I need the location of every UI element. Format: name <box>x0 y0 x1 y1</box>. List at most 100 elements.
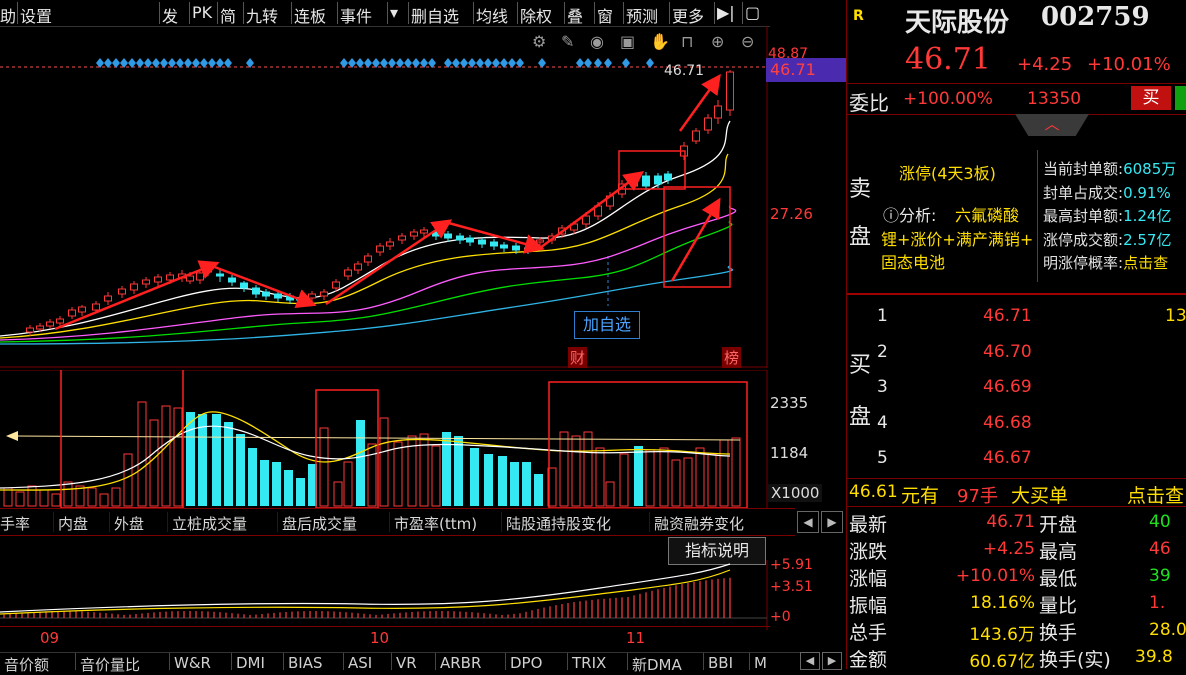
volume-bar[interactable] <box>731 437 741 507</box>
tab-6[interactable]: 陆股通持股变化 <box>506 513 611 534</box>
candle[interactable] <box>240 281 248 292</box>
buy-level[interactable]: 5 46.67 <box>873 442 1186 478</box>
volume-bar[interactable] <box>683 457 693 507</box>
candle[interactable] <box>68 307 76 319</box>
candle[interactable] <box>56 316 64 326</box>
bottom-tab-0[interactable]: 音价额 <box>4 654 49 675</box>
volume-bar[interactable] <box>498 456 507 506</box>
volume-bar[interactable] <box>379 417 389 507</box>
tab-7[interactable]: 融资融券变化 <box>654 513 744 534</box>
candle[interactable] <box>500 242 508 252</box>
volume-bar[interactable] <box>224 422 233 506</box>
volume-bar[interactable] <box>583 431 593 507</box>
candle[interactable] <box>714 100 722 124</box>
limit-row-value[interactable]: 点击查 <box>1123 254 1168 272</box>
volume-bar[interactable] <box>63 481 73 507</box>
volume-bar[interactable] <box>51 493 61 507</box>
buy-level[interactable]: 2 46.70 <box>873 336 1186 372</box>
candle[interactable] <box>466 235 474 246</box>
candle[interactable] <box>252 285 260 298</box>
candle[interactable] <box>376 243 384 256</box>
volume-bar[interactable] <box>454 436 463 506</box>
buy-button[interactable]: 买 <box>1131 86 1171 110</box>
volume-bar[interactable] <box>123 453 133 507</box>
volume-bar[interactable] <box>571 435 581 507</box>
bottom-tab-11[interactable]: BBI <box>708 654 733 672</box>
volume-bar[interactable] <box>393 441 403 507</box>
volume-bar[interactable] <box>296 478 305 506</box>
volume-bar[interactable] <box>333 481 343 507</box>
candle[interactable] <box>398 233 406 244</box>
volume-bar[interactable] <box>99 493 109 507</box>
bottom-tab-4[interactable]: BIAS <box>288 654 323 672</box>
bottom-tab-7[interactable]: ARBR <box>440 654 481 672</box>
candle[interactable] <box>104 292 112 305</box>
volume-bar[interactable] <box>645 449 655 507</box>
bottom-tab-10[interactable]: 新DMA <box>632 654 682 675</box>
macd-chart[interactable] <box>0 560 770 630</box>
candle[interactable] <box>490 239 498 250</box>
volume-bar[interactable] <box>284 470 293 506</box>
volume-bar[interactable] <box>248 448 257 506</box>
volume-bar[interactable] <box>15 491 25 507</box>
volume-bar[interactable] <box>659 447 669 507</box>
bottom-tab-3[interactable]: DMI <box>236 654 265 672</box>
bottom-prev-icon[interactable]: ◀ <box>800 652 820 670</box>
candle[interactable] <box>228 275 236 286</box>
candle[interactable] <box>320 289 328 300</box>
volume-bar[interactable] <box>719 439 729 507</box>
candle[interactable] <box>46 319 54 329</box>
bottom-tab-6[interactable]: VR <box>396 654 417 672</box>
candle[interactable] <box>344 267 352 280</box>
candle[interactable] <box>692 128 700 144</box>
tab-next-icon[interactable]: ▶ <box>821 511 843 533</box>
volume-bar[interactable] <box>534 474 543 506</box>
candle[interactable] <box>78 305 86 316</box>
volume-bar[interactable] <box>671 459 681 507</box>
candle[interactable] <box>262 289 270 300</box>
volume-bar[interactable] <box>619 453 629 507</box>
bottom-tab-9[interactable]: TRIX <box>572 654 606 672</box>
volume-bar[interactable] <box>149 419 159 507</box>
tab-4[interactable]: 盘后成交量 <box>282 513 357 534</box>
volume-chart[interactable] <box>0 370 770 508</box>
volume-bar[interactable] <box>111 487 121 507</box>
candlestick-chart[interactable] <box>0 26 846 368</box>
ranking-marker[interactable]: 榜 <box>722 347 742 368</box>
volume-bar[interactable] <box>343 461 353 507</box>
candle[interactable] <box>354 261 362 274</box>
volume-bar[interactable] <box>212 414 221 506</box>
collapse-arrow-icon[interactable]: ︿ <box>1015 114 1089 136</box>
candle[interactable] <box>456 233 464 244</box>
volume-bar[interactable] <box>431 445 441 507</box>
candle[interactable] <box>364 253 372 266</box>
volume-bar[interactable] <box>605 481 615 507</box>
volume-bar[interactable] <box>707 453 717 507</box>
volume-bar[interactable] <box>87 487 97 507</box>
volume-bar[interactable] <box>137 401 147 507</box>
bottom-next-icon[interactable]: ▶ <box>822 652 842 670</box>
volume-bar[interactable] <box>442 432 451 506</box>
volume-bar[interactable] <box>522 462 531 506</box>
candle[interactable] <box>386 238 394 250</box>
volume-bar[interactable] <box>39 489 49 507</box>
candle[interactable] <box>26 325 34 336</box>
bottom-tab-1[interactable]: 音价量比 <box>80 654 140 675</box>
tab-5[interactable]: 市盈率(ttm) <box>394 513 477 534</box>
volume-bar[interactable] <box>559 431 569 507</box>
big-order-click[interactable]: 点击查 <box>1127 481 1184 508</box>
volume-bar[interactable] <box>161 405 171 507</box>
volume-bar[interactable] <box>319 427 329 507</box>
candle[interactable] <box>130 281 138 294</box>
candle[interactable] <box>118 286 126 298</box>
financial-marker[interactable]: 财 <box>568 347 588 368</box>
volume-bar[interactable] <box>634 446 643 506</box>
volume-bar[interactable] <box>236 434 245 506</box>
add-watch-button[interactable]: 加自选 <box>574 311 640 339</box>
volume-bar[interactable] <box>3 487 13 507</box>
candle[interactable] <box>726 70 734 116</box>
analysis-line-1[interactable]: 六氟磷酸 <box>955 202 1019 226</box>
tab-2[interactable]: 外盘 <box>114 513 144 534</box>
bottom-tab-12[interactable]: M <box>754 654 767 672</box>
volume-bar[interactable] <box>695 447 705 507</box>
